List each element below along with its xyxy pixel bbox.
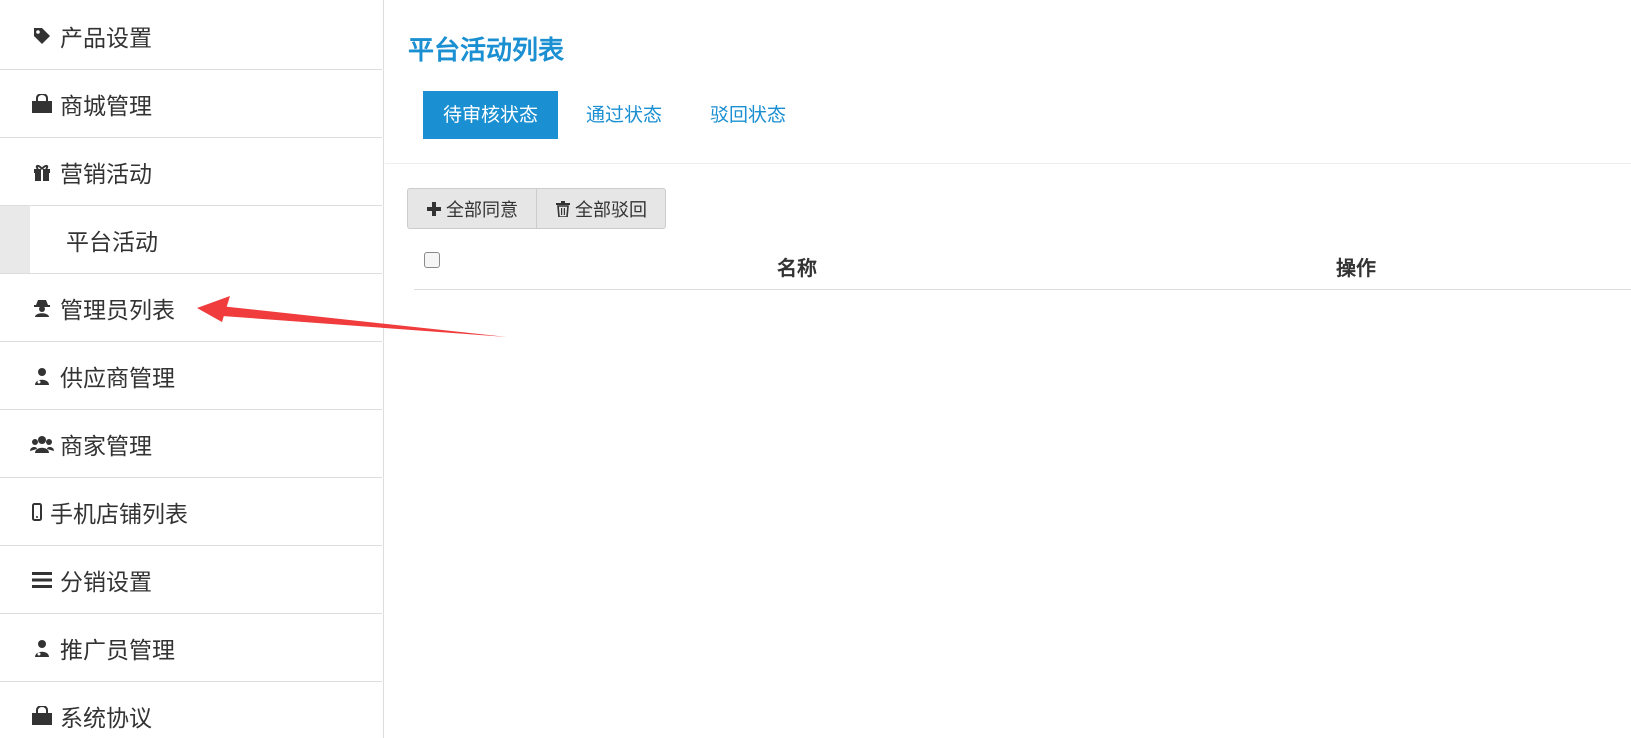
sidebar-item-label: 供应商管理 [60, 365, 175, 392]
approve-all-label: 全部同意 [446, 199, 518, 221]
sidebar-item-mobile-shops[interactable]: 手机店铺列表 [0, 478, 382, 546]
shopping-bag-icon [30, 92, 54, 116]
gift-icon [30, 160, 54, 184]
section-divider [385, 163, 1631, 164]
app-root: 产品设置 商城管理 营销活动 平台活动 管理员列表 供应商管理 商家管理 手机店… [0, 0, 1631, 738]
approve-all-button[interactable]: 全部同意 [408, 189, 536, 228]
sidebar-item-merchant-management[interactable]: 商家管理 [0, 410, 382, 478]
sidebar-item-label: 管理员列表 [60, 297, 175, 324]
sidebar-item-supplier-management[interactable]: 供应商管理 [0, 342, 382, 410]
mobile-icon [30, 500, 44, 524]
active-indicator [0, 206, 30, 273]
tab-approved[interactable]: 通过状态 [566, 91, 682, 139]
trash-icon [555, 200, 571, 217]
sidebar-item-product-settings[interactable]: 产品设置 [0, 2, 382, 70]
sidebar-item-platform-activity[interactable]: 平台活动 [0, 206, 382, 274]
reject-all-label: 全部驳回 [575, 199, 647, 221]
column-header-name: 名称 [777, 256, 817, 280]
bulk-actions: 全部同意 全部驳回 [407, 188, 666, 229]
status-tabs: 待审核状态 通过状态 驳回状态 [423, 91, 814, 139]
users-icon [30, 432, 54, 456]
tab-pending[interactable]: 待审核状态 [423, 91, 559, 139]
sidebar-item-label: 商家管理 [60, 433, 152, 460]
sidebar-item-label: 手机店铺列表 [50, 501, 188, 528]
bars-icon [30, 568, 54, 592]
plus-icon [426, 201, 442, 217]
table-header: 名称 操作 [414, 240, 1631, 290]
tab-rejected[interactable]: 驳回状态 [690, 91, 806, 139]
user-md-icon [30, 364, 54, 388]
sidebar-item-label: 系统协议 [60, 705, 152, 732]
sidebar-item-admin-list[interactable]: 管理员列表 [0, 274, 382, 342]
sidebar-item-label: 推广员管理 [60, 637, 175, 664]
reject-all-button[interactable]: 全部驳回 [536, 189, 665, 228]
column-header-actions: 操作 [1336, 256, 1376, 280]
shopping-bag-icon [30, 704, 54, 728]
sidebar-item-distribution-settings[interactable]: 分销设置 [0, 546, 382, 614]
sidebar-item-label: 产品设置 [60, 25, 152, 52]
sidebar-item-label: 分销设置 [60, 569, 152, 596]
sidebar-item-marketing[interactable]: 营销活动 [0, 138, 382, 206]
sidebar-item-label: 平台活动 [66, 229, 158, 256]
user-md-icon [30, 636, 54, 660]
tag-icon [30, 24, 54, 48]
user-secret-icon [30, 296, 54, 320]
sidebar-item-label: 商城管理 [60, 93, 152, 120]
sidebar-item-promoter-management[interactable]: 推广员管理 [0, 614, 382, 682]
sidebar: 产品设置 商城管理 营销活动 平台活动 管理员列表 供应商管理 商家管理 手机店… [0, 0, 384, 738]
sidebar-item-mall-management[interactable]: 商城管理 [0, 70, 382, 138]
select-all-checkbox[interactable] [424, 252, 440, 268]
sidebar-item-label: 营销活动 [60, 161, 152, 188]
main-content: 平台活动列表 待审核状态 通过状态 驳回状态 全部同意 全部驳回 名称 操作 [385, 0, 1631, 738]
sidebar-item-system-agreement[interactable]: 系统协议 [0, 682, 382, 738]
page-title: 平台活动列表 [408, 36, 565, 66]
